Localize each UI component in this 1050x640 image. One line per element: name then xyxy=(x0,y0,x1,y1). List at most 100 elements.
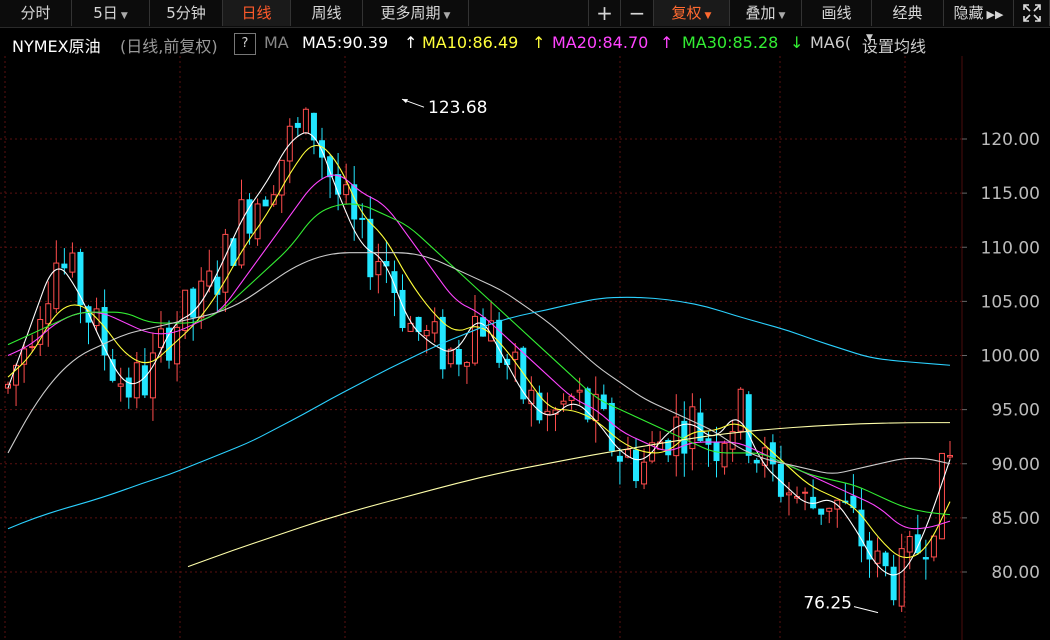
adjust-price-dropdown[interactable]: 复权 ▼ xyxy=(654,0,730,26)
candle-up xyxy=(826,507,833,512)
y-tick-label: 90.00 xyxy=(991,455,1040,475)
candle-down xyxy=(633,449,639,482)
tab-weekly[interactable]: 周线 xyxy=(291,0,363,26)
candle-up xyxy=(431,321,438,334)
tab-intraday[interactable]: 分时 xyxy=(0,0,72,26)
candle-up xyxy=(29,346,36,349)
candle-up xyxy=(729,431,736,450)
candle-down xyxy=(616,455,623,462)
chevron-down-icon: ▼ xyxy=(120,11,128,21)
more-periods-dropdown[interactable]: 更多周期 ▼ xyxy=(363,0,469,26)
tab-5day[interactable]: 5日 ▼ xyxy=(72,0,150,26)
candle-up xyxy=(560,400,567,405)
ma5-value: MA5:90.39 xyxy=(302,33,389,52)
draw-button[interactable]: 画线 xyxy=(802,0,872,26)
y-tick-label: 80.00 xyxy=(991,563,1040,583)
period-toolbar: 分时 5日 ▼ 5分钟 日线 周线 更多周期 ▼ + − 复权 ▼ 叠加 ▼ 画线 经典… xyxy=(0,0,1050,28)
candle-up xyxy=(721,442,728,468)
candle-up xyxy=(947,455,953,458)
low-annotation: 76.25 xyxy=(803,594,852,614)
candle-down xyxy=(496,319,503,363)
chevron-down-icon: ▼ xyxy=(866,33,873,43)
chart-mode: (日线,前复权) xyxy=(120,37,218,56)
low-pointer xyxy=(853,606,879,614)
help-icon[interactable]: ? xyxy=(234,33,256,55)
candle-up xyxy=(938,452,945,540)
classic-button[interactable]: 经典 xyxy=(872,0,944,26)
candle-up xyxy=(641,461,648,485)
candle-down xyxy=(753,459,760,464)
ma10-line xyxy=(7,144,951,559)
chevron-down-icon: ▼ xyxy=(443,11,451,21)
candle-up xyxy=(182,289,189,331)
ma20-value: MA20:84.70 xyxy=(552,33,649,52)
candle-down xyxy=(125,377,132,398)
candles xyxy=(5,107,953,613)
candle-down xyxy=(922,557,929,560)
more-periods-label: 更多周期 xyxy=(380,4,441,22)
y-axis: 120.00 115.00 110.00 105.00 100.00 95.00 90.00… xyxy=(962,130,1040,583)
symbol-name: NYMEX原油 xyxy=(12,37,101,56)
expand-arrows-icon[interactable] xyxy=(1014,0,1050,26)
candle-up xyxy=(254,203,261,240)
candle-down xyxy=(141,365,148,396)
candle-up xyxy=(423,329,430,337)
candle-up xyxy=(206,270,213,287)
candle-up xyxy=(930,535,937,558)
ma20-line xyxy=(7,174,951,530)
tab-5min[interactable]: 5分钟 xyxy=(150,0,223,26)
ma20-trend-arrow-icon: ↑ xyxy=(660,33,674,52)
candle-down xyxy=(335,174,342,195)
y-tick-label: 105.00 xyxy=(981,292,1040,312)
candle-down xyxy=(890,566,897,601)
ma30-trend-arrow-icon: ↓ xyxy=(790,33,804,52)
ma-label: MA xyxy=(264,33,289,52)
candle-up xyxy=(874,550,881,564)
candle-down xyxy=(294,122,301,128)
chevron-down-icon: ▼ xyxy=(778,11,786,21)
y-tick-label: 100.00 xyxy=(981,347,1040,367)
hide-label: 隐藏 xyxy=(953,4,984,22)
fullscreen-svg xyxy=(1022,4,1041,22)
candle-down xyxy=(810,496,817,509)
zoom-out-button[interactable]: − xyxy=(621,0,654,26)
y-tick-label: 110.00 xyxy=(981,238,1040,258)
candle-down xyxy=(415,316,422,333)
chevron-down-icon: ▼ xyxy=(704,11,712,21)
candle-up xyxy=(69,252,76,273)
candle-up xyxy=(45,303,52,325)
overlay-label: 叠加 xyxy=(745,4,776,22)
double-chevron-right-icon: ▶▶ xyxy=(986,8,1004,21)
candle-up xyxy=(463,362,470,367)
ma10-value: MA10:86.49 xyxy=(422,33,519,52)
indicator-info-bar: NYMEX原油 (日线,前复权) ? MA MA5:90.39 ↑ MA10:8… xyxy=(0,33,1050,56)
candle-up xyxy=(37,319,44,345)
candle-down xyxy=(214,276,221,295)
zoom-in-button[interactable]: + xyxy=(588,0,621,26)
candle-up xyxy=(278,159,285,196)
ma10-trend-arrow-icon: ↑ xyxy=(532,33,546,52)
tab-daily[interactable]: 日线 xyxy=(223,0,291,26)
adjust-price-label: 复权 xyxy=(671,4,702,22)
candlestick-chart[interactable]: 120.00 115.00 110.00 105.00 100.00 95.00 90.00… xyxy=(0,56,1050,640)
candle-down xyxy=(262,199,269,207)
tab-5day-label: 5日 xyxy=(93,4,118,22)
ma60-line xyxy=(7,252,951,474)
grid-lines xyxy=(0,56,963,640)
candle-up xyxy=(117,383,124,387)
candle-up xyxy=(785,492,792,496)
high-annotation: 123.68 xyxy=(428,98,487,118)
ma250-line xyxy=(187,422,950,568)
candle-down xyxy=(882,552,889,567)
candle-up xyxy=(576,389,583,393)
ma60-value: MA6( xyxy=(810,33,852,52)
ma30-value: MA30:85.28 xyxy=(682,33,779,52)
hide-button[interactable]: 隐藏 ▶▶ xyxy=(944,0,1014,26)
overlay-dropdown[interactable]: 叠加 ▼ xyxy=(730,0,802,26)
ma5-line xyxy=(7,132,951,576)
candle-up xyxy=(906,536,913,553)
candle-down xyxy=(359,217,366,220)
candle-down xyxy=(705,438,712,445)
candle-up xyxy=(375,261,382,276)
candle-up xyxy=(174,326,181,365)
